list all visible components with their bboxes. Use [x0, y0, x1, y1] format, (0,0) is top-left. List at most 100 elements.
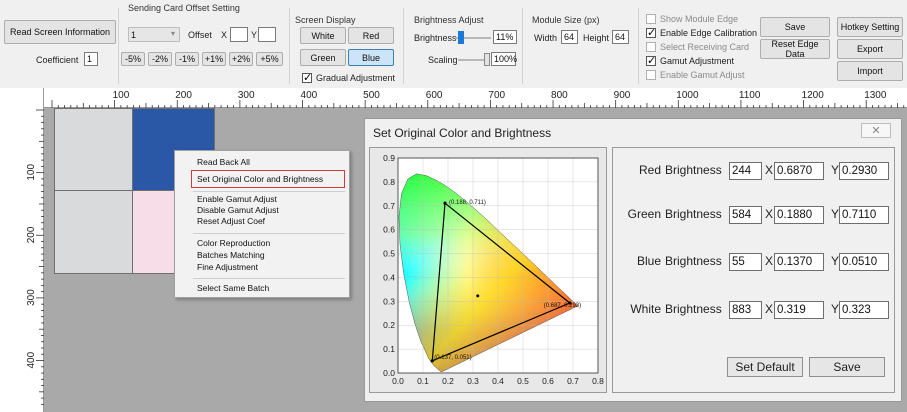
module-height-label: Height [583, 33, 610, 43]
module-width-input[interactable]: 64 [561, 30, 578, 44]
y-label: Y [831, 207, 840, 221]
dialog-save-button[interactable]: Save [809, 357, 885, 377]
ruler-label: 1300 [864, 90, 887, 101]
blue-button[interactable]: Blue [348, 49, 394, 66]
menu-item-reset-adjust-coef[interactable]: Reset Adjust Coef [197, 216, 265, 226]
ruler-top: 100 200 300 400 500 600 700 800 900 1000 1100 1200 1… [44, 88, 907, 108]
ruler-left-ticks: 100 200 300 400 [26, 109, 44, 405]
step-minus2-button[interactable]: -2% [148, 52, 172, 66]
y-label: Y [831, 254, 840, 268]
set-default-button[interactable]: Set Default [727, 357, 803, 377]
y-coordinate-input[interactable]: 0.7110 [839, 206, 889, 224]
hotkey-setting-button[interactable]: Hotkey Setting [837, 17, 903, 37]
brightness-input[interactable]: 55 [729, 253, 762, 271]
menu-separator [193, 278, 345, 279]
y-coordinate-input[interactable]: 0.323 [839, 301, 889, 319]
coefficient-input[interactable]: 1 [84, 52, 98, 66]
brightness-label: Brightness [414, 33, 457, 43]
x-coordinate-input[interactable]: 0.319 [774, 301, 824, 319]
module-height-input[interactable]: 64 [612, 30, 629, 44]
coefficient-label: Coefficient [36, 55, 79, 65]
ruler-label: 500 [363, 90, 380, 101]
sending-card-select[interactable]: 1 ▾ [128, 27, 180, 42]
y-label: Y [831, 163, 840, 177]
x-tick-label: 0.6 [542, 376, 554, 386]
gamut-adjustment-label: Gamut Adjustment [660, 56, 735, 66]
offset-x-label: X [221, 30, 228, 40]
enable-gamut-adjust-checkbox[interactable]: Enable Gamut Adjust [646, 70, 745, 80]
white-point [476, 294, 480, 298]
step-plus1-button[interactable]: +1% [202, 52, 226, 66]
x-label: X [765, 207, 774, 221]
ruler-label: 400 [301, 90, 318, 101]
y-tick-label: 0.3 [383, 296, 395, 306]
menu-item-read-back-all[interactable]: Read Back All [197, 157, 250, 167]
brightness-input[interactable]: 244 [729, 162, 762, 180]
menu-item-disable-gamut-adjust[interactable]: Disable Gamut Adjust [197, 205, 279, 215]
checkbox-unchecked-icon [646, 70, 656, 80]
x-coordinate-input[interactable]: 0.6870 [774, 162, 824, 180]
color-row-label: Red [638, 163, 661, 177]
ruler-label: 800 [551, 90, 568, 101]
select-receiving-card-checkbox[interactable]: Select Receiving Card [646, 42, 749, 52]
reset-edge-data-button[interactable]: Reset Edge Data [760, 39, 830, 59]
offset-y-input[interactable] [258, 27, 276, 42]
x-tick-label: 0.7 [567, 376, 579, 386]
x-tick-label: 0.3 [467, 376, 479, 386]
offset-x-input[interactable] [230, 27, 248, 42]
green-button[interactable]: Green [300, 49, 346, 66]
x-coordinate-input[interactable]: 0.1370 [774, 253, 824, 271]
step-minus1-button[interactable]: -1% [175, 52, 199, 66]
x-coordinate-input[interactable]: 0.1880 [774, 206, 824, 224]
dialog-title: Set Original Color and Brightness [373, 126, 552, 140]
y-tick-label: 0.6 [383, 225, 395, 235]
gradual-adjustment-label: Gradual Adjustment [316, 73, 396, 83]
read-screen-info-button[interactable]: Read Screen Information [4, 20, 116, 44]
menu-item-set-original-color[interactable]: Set Original Color and Brightness [197, 174, 323, 184]
enable-edge-calibration-checkbox[interactable]: Enable Edge Calibration [646, 26, 757, 39]
module-cell[interactable] [54, 108, 133, 191]
vertex-label: (0.687, 0.293) [544, 303, 581, 309]
menu-item-fine-adjustment[interactable]: Fine Adjustment [197, 262, 258, 272]
brightness-slider-thumb[interactable] [458, 31, 465, 44]
menu-item-select-same-batch[interactable]: Select Same Batch [197, 283, 269, 293]
gamut-adjustment-checkbox[interactable]: Gamut Adjustment [646, 54, 735, 67]
menu-item-color-reproduction[interactable]: Color Reproduction [197, 238, 270, 248]
step-plus2-button[interactable]: +2% [229, 52, 253, 66]
import-button[interactable]: Import [837, 61, 903, 81]
brightness-input[interactable]: 883 [729, 301, 762, 319]
cie-chromaticity-chart: 0.0 0.1 0.2 0.3 0.4 0.5 0.6 0.7 0.80.00.10.20.30… [383, 153, 604, 386]
y-label: Y [831, 302, 840, 316]
ruler-label: 300 [26, 289, 37, 306]
menu-item-batches-matching[interactable]: Batches Matching [197, 250, 265, 260]
ruler-label: 300 [238, 90, 255, 101]
brightness-label: Brightness [665, 254, 722, 268]
checkbox-unchecked-icon [646, 14, 656, 24]
y-coordinate-input[interactable]: 0.2930 [839, 162, 889, 180]
step-minus5-button[interactable]: -5% [121, 52, 145, 66]
x-tick-label: 0.5 [517, 376, 529, 386]
red-button[interactable]: Red [348, 27, 394, 44]
brightness-label: Brightness [665, 163, 722, 177]
brightness-value-input[interactable]: 11% [493, 30, 517, 44]
ruler-top-ticks: 100 200 300 400 500 600 700 800 900 1000 1100 1200 1… [51, 90, 905, 108]
y-coordinate-input[interactable]: 0.0510 [839, 253, 889, 271]
step-plus5-button[interactable]: +5% [256, 52, 283, 66]
scaling-slider-thumb[interactable] [484, 53, 490, 66]
export-button[interactable]: Export [837, 39, 903, 59]
close-icon[interactable]: ✕ [861, 123, 891, 138]
white-button[interactable]: White [300, 27, 346, 44]
show-module-edge-checkbox[interactable]: Show Module Edge [646, 14, 738, 24]
show-module-edge-label: Show Module Edge [660, 14, 739, 24]
gradual-adjustment-checkbox[interactable]: Gradual Adjustment [302, 71, 396, 84]
brightness-input[interactable]: 584 [729, 206, 762, 224]
ruler-label: 400 [26, 351, 37, 368]
scaling-value-input[interactable]: 100% [491, 52, 517, 66]
y-tick-label: 0.4 [383, 272, 395, 282]
sending-card-selected: 1 [131, 29, 137, 40]
module-cell[interactable] [54, 190, 133, 274]
ruler-label: 1200 [802, 90, 825, 101]
y-tick-label: 0.9 [383, 153, 395, 163]
menu-item-enable-gamut-adjust[interactable]: Enable Gamut Adjust [197, 194, 277, 204]
save-button[interactable]: Save [760, 17, 830, 37]
